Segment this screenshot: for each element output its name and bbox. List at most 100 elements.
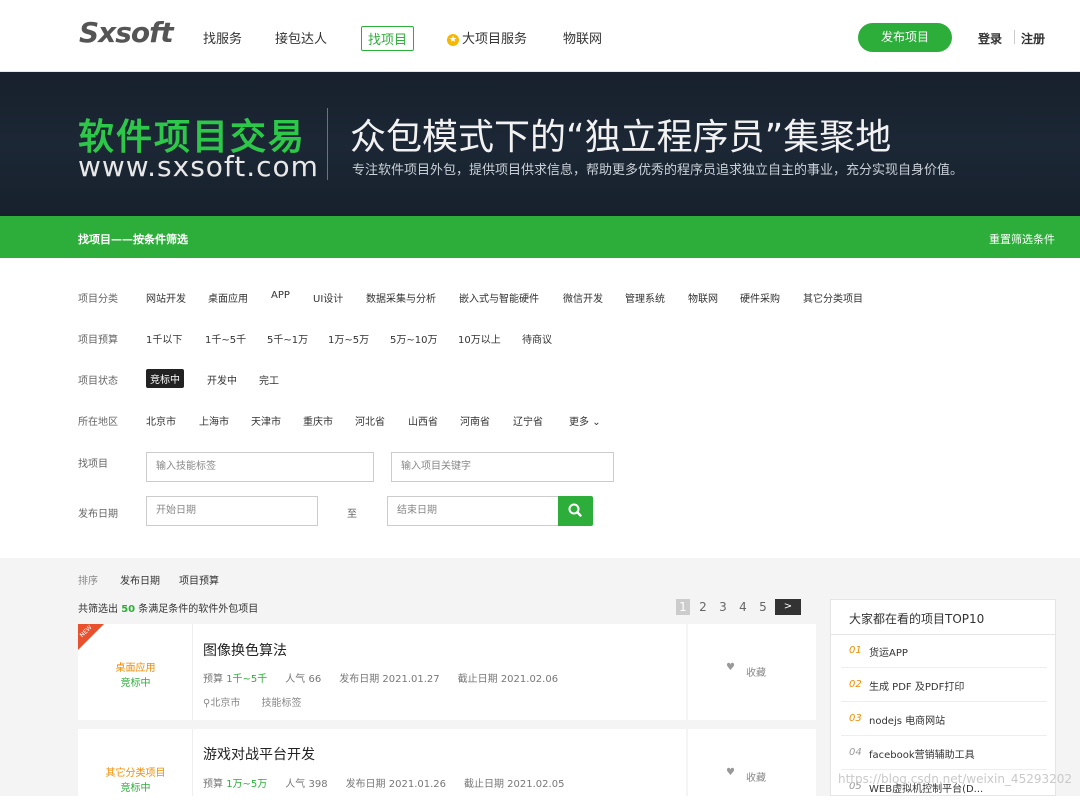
- publish-project-button[interactable]: 发布项目: [858, 23, 952, 52]
- category-option[interactable]: 硬件采购: [740, 290, 780, 305]
- top10-item-title: nodejs 电商网站: [869, 716, 946, 727]
- end-date-input[interactable]: 结束日期: [387, 496, 559, 526]
- budget-option[interactable]: 1万~5万: [328, 331, 369, 346]
- budget-prefix: 预算: [203, 674, 223, 685]
- region-option[interactable]: 辽宁省: [513, 413, 543, 428]
- category-option[interactable]: 物联网: [688, 290, 718, 305]
- page-5[interactable]: 5: [756, 599, 770, 615]
- category-option[interactable]: 桌面应用: [208, 290, 248, 305]
- page-1[interactable]: 1: [676, 599, 690, 615]
- budget-option[interactable]: 1千~5千: [205, 331, 246, 346]
- budget-option[interactable]: 5千~1万: [267, 331, 308, 346]
- page-3[interactable]: 3: [716, 599, 730, 615]
- site-logo[interactable]: Sxsoft: [79, 16, 189, 50]
- next-page-button[interactable]: >: [775, 599, 801, 615]
- category-option[interactable]: UI设计: [313, 290, 343, 305]
- page-4[interactable]: 4: [736, 599, 750, 615]
- favorite-button[interactable]: ♥ 收藏: [688, 729, 816, 796]
- top10-panel: 大家都在看的项目TOP10 01 货运APP 02 生成 PDF 及PDF打印 03…: [830, 599, 1056, 796]
- nav-iot[interactable]: 物联网: [563, 28, 602, 47]
- project-category: 其它分类项目: [105, 768, 166, 779]
- top10-item[interactable]: 01 货运APP: [841, 635, 1047, 668]
- budget-label: 项目预算: [78, 335, 118, 346]
- sort-by-date[interactable]: 发布日期: [120, 572, 160, 587]
- category-option[interactable]: 嵌入式与智能硬件: [459, 290, 539, 305]
- status-option[interactable]: 开发中: [207, 372, 237, 387]
- project-title[interactable]: 图像换色算法: [203, 640, 287, 660]
- star-icon: ★: [447, 34, 459, 46]
- project-card[interactable]: NEW 桌面应用 竞标中 图像换色算法 预算 1千~5千 人气 66 发布日期 20…: [78, 624, 686, 720]
- favorite-label: 收藏: [746, 773, 766, 784]
- filter-bar: 找项目——按条件筛选 重置筛选条件: [0, 216, 1080, 258]
- top10-item-title: 生成 PDF 及PDF打印: [869, 682, 965, 693]
- top10-item[interactable]: 03 nodejs 电商网站: [841, 703, 1047, 736]
- region-option[interactable]: 重庆市: [303, 413, 333, 428]
- status-option-selected[interactable]: 竞标中: [146, 369, 184, 388]
- skill-tags: 技能标签: [261, 698, 302, 709]
- budget-option[interactable]: 1千以下: [146, 331, 182, 346]
- budget-option[interactable]: 5万~10万: [390, 331, 437, 346]
- register-link[interactable]: 注册: [1021, 30, 1045, 47]
- budget-value: 1万~5万: [226, 779, 268, 790]
- status-option[interactable]: 完工: [259, 372, 279, 387]
- top10-item[interactable]: 02 生成 PDF 及PDF打印: [841, 669, 1047, 702]
- region-option[interactable]: 天津市: [251, 413, 281, 428]
- region-option[interactable]: 山西省: [408, 413, 438, 428]
- budget-prefix: 预算: [203, 779, 223, 790]
- more-regions-toggle[interactable]: 更多 ⌄: [569, 413, 601, 428]
- region-option[interactable]: 河南省: [460, 413, 490, 428]
- category-option[interactable]: 其它分类项目: [803, 290, 863, 305]
- logo-text: Sxsoft: [79, 16, 174, 49]
- deadline: 截止日期 2021.02.06: [457, 674, 559, 685]
- sort-by-budget[interactable]: 项目预算: [179, 572, 219, 587]
- category-option[interactable]: 微信开发: [563, 290, 603, 305]
- result-prefix: 共筛选出: [78, 604, 118, 615]
- project-meta: 预算 1千~5千 人气 66 发布日期 2021.01.27 截止日期 2021.02…: [203, 670, 576, 685]
- category-option[interactable]: APP: [271, 290, 290, 301]
- project-status: 竞标中: [120, 678, 151, 689]
- budget-option[interactable]: 10万以上: [458, 331, 501, 346]
- project-location: ⚲北京市 技能标签: [203, 694, 302, 709]
- search-button[interactable]: [558, 496, 593, 526]
- keyword-input[interactable]: 输入项目关键字: [391, 452, 614, 482]
- region-option[interactable]: 河北省: [355, 413, 385, 428]
- search-icon: [568, 503, 582, 517]
- page-2[interactable]: 2: [696, 599, 710, 615]
- start-date-input[interactable]: 开始日期: [146, 496, 318, 526]
- nav-find-service[interactable]: 找服务: [203, 28, 242, 47]
- region-option[interactable]: 上海市: [199, 413, 229, 428]
- banner-subtitle: 专注软件项目外包，提供项目供求信息，帮助更多优秀的程序员追求独立自主的事业，充分…: [352, 163, 964, 178]
- category-option[interactable]: 管理系统: [625, 290, 665, 305]
- top-header: Sxsoft 找服务 接包达人 找项目 ★ 大项目服务 物联网 发布项目 登录 注…: [0, 0, 1080, 72]
- category-option[interactable]: 数据采集与分析: [366, 290, 436, 305]
- heart-icon: ♥: [726, 662, 735, 673]
- nav-big-project[interactable]: ★ 大项目服务: [447, 28, 527, 47]
- project-card[interactable]: 其它分类项目 竞标中 游戏对战平台开发 预算 1万~5万 人气 398 发布日期 2…: [78, 729, 686, 796]
- top10-item-title: facebook营销辅助工具: [869, 750, 975, 761]
- rank: 02: [849, 679, 862, 690]
- project-title[interactable]: 游戏对战平台开发: [203, 744, 315, 764]
- result-suffix: 条满足条件的软件外包项目: [138, 604, 259, 615]
- top10-item[interactable]: 04 facebook营销辅助工具: [841, 737, 1047, 770]
- favorite-label: 收藏: [746, 668, 766, 679]
- more-label: 更多: [569, 417, 589, 428]
- location-text: 北京市: [210, 698, 241, 709]
- nav-find-project[interactable]: 找项目: [361, 26, 415, 51]
- region-label: 所在地区: [78, 417, 118, 428]
- favorite-button[interactable]: ♥ 收藏: [688, 624, 816, 720]
- region-option[interactable]: 北京市: [146, 413, 176, 428]
- heart-icon: ♥: [726, 767, 735, 778]
- filter-bar-title: 找项目——按条件筛选: [78, 233, 188, 246]
- category-option[interactable]: 网站开发: [146, 290, 186, 305]
- reset-filters-link[interactable]: 重置筛选条件: [989, 231, 1055, 247]
- nav-contractors[interactable]: 接包达人: [275, 28, 327, 47]
- date-label: 发布日期: [78, 509, 118, 520]
- top10-item-title: 货运APP: [869, 648, 908, 659]
- rank: 04: [849, 747, 862, 758]
- budget-option[interactable]: 待商议: [522, 331, 552, 346]
- login-link[interactable]: 登录: [978, 30, 1002, 47]
- banner-url: www.sxsoft.com: [78, 150, 319, 183]
- popularity: 人气 398: [285, 779, 328, 790]
- skill-tag-input[interactable]: 输入技能标签: [146, 452, 374, 482]
- rank: 01: [849, 645, 862, 656]
